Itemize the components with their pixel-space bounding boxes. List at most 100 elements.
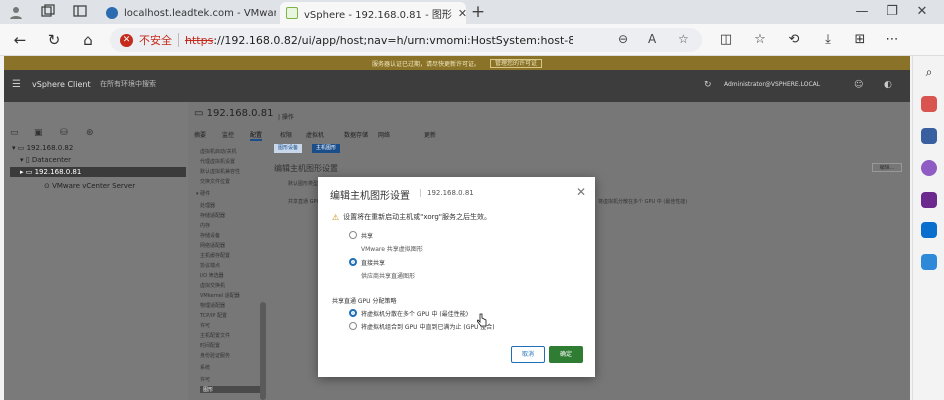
window-close-icon[interactable]: ✕ [914, 4, 930, 20]
tab-title: vSphere - 192.168.0.81 - 图形 [304, 9, 452, 21]
subnav-item[interactable]: 默认虚拟机兼容性 [200, 168, 240, 175]
tab-host-graphics[interactable]: 主机图形 [312, 144, 341, 153]
radio-consolidate[interactable] [349, 322, 357, 330]
subnav-item[interactable]: 代理虚拟机设置 [200, 158, 235, 165]
shopping-icon[interactable] [921, 254, 937, 270]
restore-icon[interactable]: ❐ [884, 4, 900, 20]
close-tab-icon[interactable]: ✕ [458, 7, 466, 20]
new-tab-button[interactable]: + [470, 4, 486, 21]
refresh-icon[interactable]: ↻ [704, 80, 712, 90]
profile-icon[interactable] [8, 4, 24, 20]
outlook-icon[interactable] [921, 222, 937, 238]
banner-button[interactable]: 管理您的许可证 [490, 58, 543, 68]
subnav-item[interactable]: VMkernel 适配器 [200, 292, 240, 299]
browser-tab-strip: localhost.leadtek.com - VMware ✕ vSphere… [0, 0, 944, 24]
tab-summary[interactable]: 摘要 [194, 130, 206, 139]
hosts-view-icon[interactable]: ▭ [10, 128, 19, 138]
tree-vcenter[interactable]: ⊙ VMware vCenter Server [44, 182, 135, 190]
tab-monitor[interactable]: 监控 [222, 130, 234, 139]
tab-vsphere[interactable]: vSphere - 192.168.0.81 - 图形 ✕ [280, 2, 466, 24]
radio-shared-direct-label[interactable]: 直接共享 [361, 258, 385, 267]
zoom-icon[interactable]: ⊖ [618, 32, 628, 46]
radio-shared-direct[interactable] [349, 258, 357, 266]
downloads-icon[interactable]: ⤓ [818, 30, 838, 50]
copilot-icon[interactable] [921, 160, 937, 176]
favorite-star-icon[interactable]: ☆ [678, 32, 689, 46]
tab-vms[interactable]: 虚拟机 [306, 130, 324, 139]
menu-icon[interactable]: ☰ [12, 79, 21, 90]
network-view-icon[interactable]: ⊛ [86, 128, 94, 138]
tree-root[interactable]: ▾ ▭ 192.168.0.82 [12, 144, 73, 152]
tab-localhost[interactable]: localhost.leadtek.com - VMware ✕ [100, 2, 276, 24]
global-search-input[interactable]: 在所有环境中搜索 [100, 79, 156, 89]
radio-spread[interactable] [349, 309, 357, 317]
favorites-icon[interactable]: ☆ [750, 30, 770, 50]
read-aloud-icon[interactable]: A [648, 32, 656, 46]
insecure-warning-icon[interactable]: ✕ [120, 33, 133, 47]
subnav-item[interactable]: 系统 [200, 364, 210, 371]
subnav-item[interactable]: TCP/IP 配置 [200, 312, 227, 319]
tab-configure[interactable]: 配置 [250, 130, 263, 141]
refresh-icon[interactable]: ↻ [44, 30, 64, 50]
history-icon[interactable]: ⟲ [784, 30, 804, 50]
radio-shared[interactable] [349, 231, 357, 239]
minimize-icon[interactable]: — [854, 4, 870, 20]
subnav-item[interactable]: 协议端点 [200, 262, 220, 269]
home-icon[interactable]: ⌂ [78, 30, 98, 50]
tree-host[interactable]: ▸ ▭ 192.168.0.81 [10, 167, 186, 177]
security-label[interactable]: 不安全 [139, 32, 172, 48]
tree-datacenter[interactable]: ▾ ▯ Datacenter [20, 156, 71, 164]
subnav-scrollbar[interactable] [260, 302, 266, 400]
back-icon[interactable]: ← [10, 30, 30, 50]
subnav-item[interactable]: 虚拟机启动/关机 [200, 148, 237, 155]
subnav-item[interactable]: 物理适配器 [200, 302, 225, 309]
people-icon[interactable] [921, 128, 937, 144]
cancel-button[interactable]: 取消 [511, 346, 545, 363]
tools-icon[interactable] [921, 96, 937, 112]
close-icon[interactable]: ✕ [576, 185, 586, 199]
subnav-item[interactable]: 处理器 [200, 202, 215, 209]
divider [178, 33, 179, 47]
vmware-favicon-icon [106, 7, 118, 19]
more-menu-icon[interactable]: ⋯ [882, 30, 902, 50]
office-icon[interactable] [921, 192, 937, 208]
subnav-item[interactable]: 内存 [200, 222, 210, 229]
subnav-item[interactable]: 身份验证服务 [200, 352, 230, 359]
subnav-item-graphics[interactable]: 图形 [200, 386, 266, 393]
subnav-item[interactable]: 存储适配器 [200, 212, 225, 219]
subnav-item[interactable]: 虚拟交换机 [200, 282, 225, 289]
subnav-item[interactable]: 许可 [200, 376, 210, 383]
subnav-item[interactable]: 许可 [200, 322, 210, 329]
ok-button[interactable]: 确定 [549, 346, 583, 363]
dialog-host: 192.168.0.81 [420, 189, 474, 197]
subnav-item[interactable]: 存储设备 [200, 232, 220, 239]
search-icon[interactable]: ⌕ [921, 64, 937, 80]
subnav-item[interactable]: 网络适配器 [200, 242, 225, 249]
radio-consolidate-label[interactable]: 将虚拟机组合到 GPU 中直到已满为止 (GPU 整合) [361, 322, 495, 331]
subnav-item[interactable]: 交换文件位置 [200, 178, 230, 185]
radio-spread-label[interactable]: 将虚拟机分散在多个 GPU 中 (最佳性能) [361, 309, 468, 318]
tab-permissions[interactable]: 权限 [280, 130, 292, 139]
actions-menu[interactable]: | 操作 [278, 112, 294, 121]
workspaces-icon[interactable] [40, 4, 56, 20]
subnav-item[interactable]: 主机配置文件 [200, 332, 230, 339]
address-bar[interactable]: ✕ 不安全 https://192.168.0.82/ui/app/host;n… [110, 28, 702, 52]
user-icon[interactable]: ◐ [884, 80, 892, 90]
tab-updates[interactable]: 更新 [424, 130, 436, 139]
subnav-item[interactable]: 时间配置 [200, 342, 220, 349]
vms-view-icon[interactable]: ▣ [34, 128, 43, 138]
storage-view-icon[interactable]: ⛁ [60, 128, 68, 138]
tab-networks[interactable]: 网络 [378, 130, 390, 139]
subnav-item[interactable]: 主机缓存配置 [200, 252, 230, 259]
edit-button[interactable]: 编辑... [872, 163, 902, 172]
tab-datastores[interactable]: 数据存储 [344, 130, 368, 139]
tab-title: localhost.leadtek.com - VMware [124, 7, 276, 19]
tab-actions-icon[interactable] [72, 4, 88, 20]
help-icon[interactable]: ☺ [854, 80, 863, 90]
tab-graphics-devices[interactable]: 图形设备 [274, 144, 303, 153]
radio-shared-label[interactable]: 共享 [361, 231, 373, 240]
user-menu[interactable]: Administrator@VSPHERE.LOCAL [724, 81, 820, 88]
split-screen-icon[interactable]: ◫ [716, 30, 736, 50]
subnav-item[interactable]: I/O 筛选器 [200, 272, 224, 279]
extensions-icon[interactable]: ⊞ [850, 30, 870, 50]
